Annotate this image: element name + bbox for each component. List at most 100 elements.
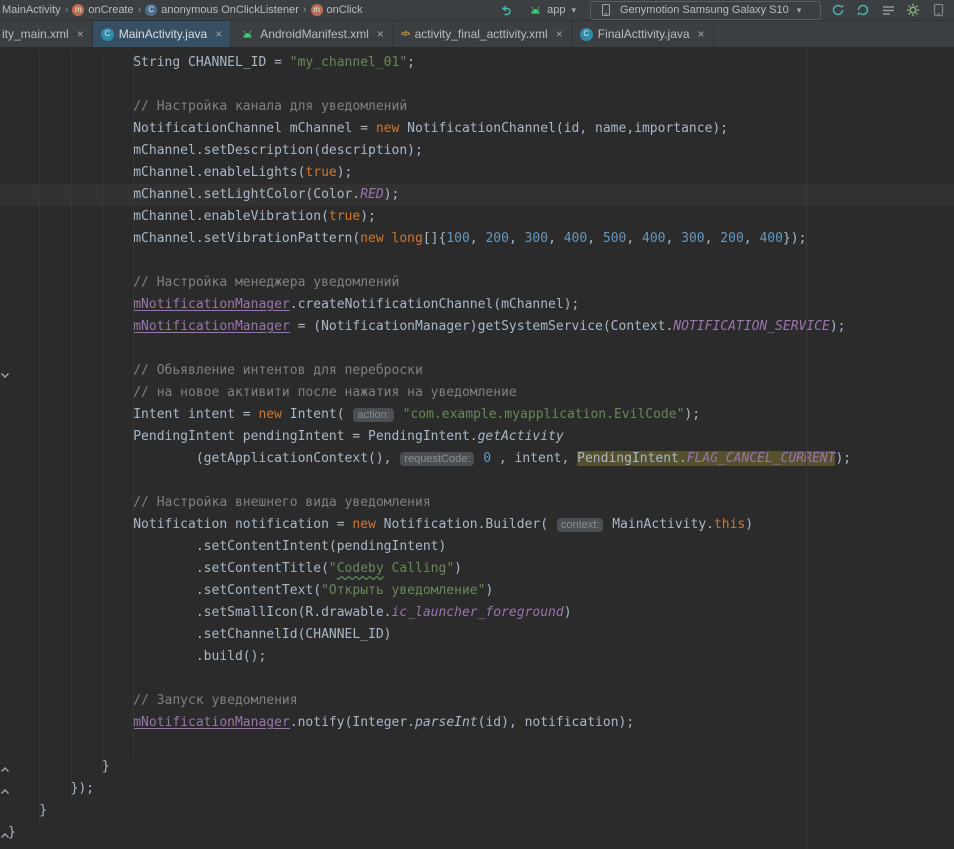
code-line[interactable] — [0, 734, 954, 756]
close-icon[interactable]: × — [215, 27, 222, 41]
code-token: } — [8, 803, 47, 818]
code-line[interactable]: } — [0, 822, 954, 844]
close-icon[interactable]: × — [377, 27, 384, 41]
code-line[interactable]: .build(); — [0, 646, 954, 668]
code-line[interactable]: mChannel.setLightColor(Color.RED); — [0, 184, 954, 206]
code-token: 400 — [759, 231, 782, 246]
code-line[interactable]: NotificationChannel mChannel = new Notif… — [0, 118, 954, 140]
tab-activity-final-acttivity-xml[interactable]: </> activity_final_acttivity.xml × — [393, 21, 572, 47]
code-token: , — [626, 231, 642, 246]
code-token: parseInt — [415, 715, 478, 730]
breadcrumb-separator: › — [65, 4, 69, 16]
code-line[interactable]: Intent intent = new Intent( action: "com… — [0, 404, 954, 426]
code-token: (id), notification); — [478, 715, 635, 730]
close-icon[interactable]: × — [698, 27, 705, 41]
tab-finalacttivity-java[interactable]: C FinalActtivity.java × — [572, 21, 714, 47]
code-line[interactable]: .setSmallIcon(R.drawable.ic_launcher_for… — [0, 602, 954, 624]
code-token: []{ — [423, 231, 446, 246]
code-line[interactable] — [0, 74, 954, 96]
code-token: Calling" — [384, 561, 454, 576]
breadcrumb-label: MainActivity — [2, 4, 61, 16]
code-token: mNotificationManager — [133, 715, 290, 730]
fold-marker-collapse[interactable] — [0, 826, 10, 836]
breadcrumb-item-oncreate[interactable]: m onCreate — [72, 4, 133, 16]
code-line[interactable]: // Настройка канала для уведомлений — [0, 96, 954, 118]
build-variants-icon[interactable] — [880, 2, 896, 18]
code-line[interactable]: .setChannelId(CHANNEL_ID) — [0, 624, 954, 646]
code-line[interactable]: // на новое активити после нажатия на ув… — [0, 382, 954, 404]
breadcrumb-separator: › — [138, 4, 142, 16]
code-line[interactable]: .setContentText("Открыть уведомление") — [0, 580, 954, 602]
fold-marker-expand[interactable] — [0, 366, 10, 376]
code-token: , — [705, 231, 721, 246]
code-token: mChannel.enableVibration( — [8, 209, 329, 224]
fold-marker-collapse[interactable] — [0, 782, 10, 792]
android-icon — [239, 26, 255, 42]
code-line[interactable]: // Настройка менеджера уведомлений — [0, 272, 954, 294]
code-line[interactable]: } — [0, 756, 954, 778]
code-line[interactable]: // Настройка внешнего вида уведомления — [0, 492, 954, 514]
sdk-manager-icon[interactable] — [905, 2, 921, 18]
code-line[interactable]: mChannel.setDescription(description); — [0, 140, 954, 162]
code-token — [8, 671, 16, 686]
breadcrumb-item-onclick[interactable]: m onClick — [311, 4, 363, 16]
code-token: .createNotificationChannel(mChannel); — [290, 297, 580, 312]
run-config-selector[interactable]: app ▾ — [522, 1, 581, 19]
code-token: mChannel.enableLights( — [8, 165, 305, 180]
code-token: , — [744, 231, 760, 246]
close-icon[interactable]: × — [77, 27, 84, 41]
code-token: ); — [830, 319, 846, 334]
editor[interactable]: String CHANNEL_ID = "my_channel_01"; // … — [0, 48, 954, 849]
code-line[interactable]: mNotificationManager.notify(Integer.pars… — [0, 712, 954, 734]
code-line[interactable]: (getApplicationContext(), requestCode: 0… — [0, 448, 954, 470]
phone-icon — [598, 2, 614, 18]
method-icon: m — [311, 4, 323, 16]
code-line[interactable] — [0, 338, 954, 360]
tab-androidmanifest-xml[interactable]: AndroidManifest.xml × — [231, 21, 393, 47]
code-line[interactable]: mChannel.setVibrationPattern(new long[]{… — [0, 228, 954, 250]
code-line[interactable]: PendingIntent pendingIntent = PendingInt… — [0, 426, 954, 448]
code-token: FLAG_CANCEL_CURRENT — [687, 451, 836, 466]
code-line[interactable]: mNotificationManager = (NotificationMana… — [0, 316, 954, 338]
tab-mainactivity-java[interactable]: C MainActivity.java × — [93, 21, 232, 47]
breadcrumb-item-anonymous-class[interactable]: C anonymous OnClickListener — [145, 4, 299, 16]
code-line[interactable]: // Запуск уведомления — [0, 690, 954, 712]
device-selector[interactable]: Genymotion Samsung Galaxy S10 ▾ — [590, 1, 821, 20]
code-line[interactable]: }); — [0, 778, 954, 800]
code-line[interactable]: } — [0, 800, 954, 822]
code-line[interactable]: Notification notification = new Notifica… — [0, 514, 954, 536]
code-line[interactable] — [0, 250, 954, 272]
code-token: 300 — [681, 231, 704, 246]
device-manager-icon[interactable] — [930, 2, 946, 18]
gradle-sync-icon[interactable] — [830, 2, 846, 18]
code-area[interactable]: String CHANNEL_ID = "my_channel_01"; // … — [0, 48, 954, 844]
code-token: RED — [360, 187, 383, 202]
close-icon[interactable]: × — [556, 27, 563, 41]
code-line[interactable]: mNotificationManager.createNotificationC… — [0, 294, 954, 316]
chevron-down-icon: ▾ — [797, 5, 802, 16]
back-arrow-icon[interactable] — [497, 2, 513, 18]
attach-debugger-icon[interactable] — [855, 2, 871, 18]
code-line[interactable] — [0, 668, 954, 690]
xml-file-icon: </> — [401, 31, 410, 38]
code-line[interactable]: .setContentIntent(pendingIntent) — [0, 536, 954, 558]
breadcrumb-label: onClick — [327, 4, 363, 16]
breadcrumb-item-class[interactable]: MainActivity — [2, 4, 61, 16]
code-line[interactable] — [0, 470, 954, 492]
tab-label: ity_main.xml — [2, 27, 69, 41]
code-token: // Настройка канала для уведомлений — [8, 99, 407, 114]
breadcrumb-label: onCreate — [88, 4, 133, 16]
code-line[interactable]: String CHANNEL_ID = "my_channel_01"; — [0, 52, 954, 74]
code-token: requestCode: — [400, 452, 474, 466]
code-token: "my_channel_01" — [290, 55, 407, 70]
code-line[interactable]: // Обьявление интентов для переброски — [0, 360, 954, 382]
fold-marker-collapse[interactable] — [0, 760, 10, 770]
tab-activity-main-xml[interactable]: ity_main.xml × — [0, 21, 93, 47]
java-class-icon: C — [101, 28, 114, 41]
code-line[interactable]: mChannel.enableVibration(true); — [0, 206, 954, 228]
code-line[interactable]: mChannel.enableLights(true); — [0, 162, 954, 184]
code-token: = (NotificationManager)getSystemService(… — [290, 319, 674, 334]
code-token: 400 — [564, 231, 587, 246]
code-line[interactable]: .setContentTitle("Codeby Calling") — [0, 558, 954, 580]
chevron-down-icon: ▾ — [571, 5, 576, 16]
